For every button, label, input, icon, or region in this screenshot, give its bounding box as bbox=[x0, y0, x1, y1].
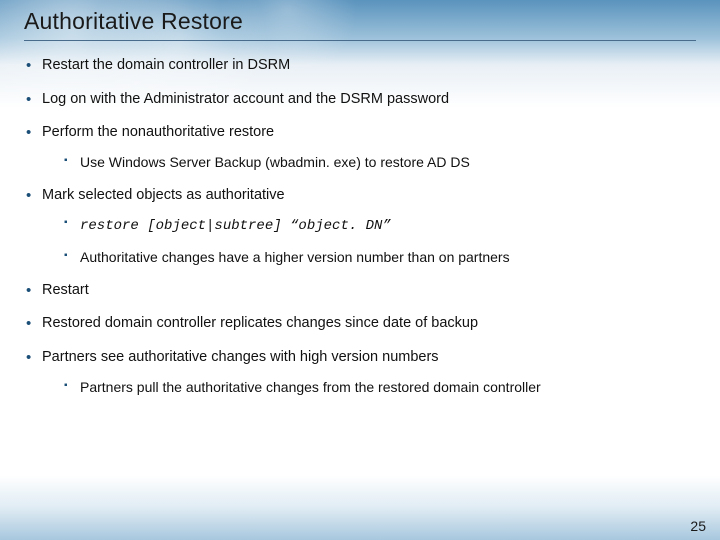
bullet-item: Partners see authoritative changes with … bbox=[24, 348, 720, 396]
sub-bullet-item: Partners pull the authoritative changes … bbox=[64, 378, 720, 397]
bullet-item: Log on with the Administrator account an… bbox=[24, 90, 720, 110]
bullet-text: Log on with the Administrator account an… bbox=[42, 91, 449, 107]
bullet-text: Restart the domain controller in DSRM bbox=[42, 57, 290, 73]
sub-bullet-text: Use Windows Server Backup (wbadmin. exe)… bbox=[80, 154, 470, 170]
bullet-item: Restored domain controller replicates ch… bbox=[24, 314, 720, 334]
sub-bullet-text: Authoritative changes have a higher vers… bbox=[80, 249, 510, 265]
bullet-text: Partners see authoritative changes with … bbox=[42, 349, 439, 365]
sub-bullet-item: Authoritative changes have a higher vers… bbox=[64, 248, 720, 267]
sub-bullet-text: Partners pull the authoritative changes … bbox=[80, 379, 541, 395]
sub-bullet-list: restore [object|subtree] “object. DN” Au… bbox=[64, 215, 720, 267]
slide-title: Authoritative Restore bbox=[24, 8, 243, 35]
sub-bullet-list: Partners pull the authoritative changes … bbox=[64, 378, 720, 397]
sub-bullet-list: Use Windows Server Backup (wbadmin. exe)… bbox=[64, 153, 720, 172]
bullet-text: Restored domain controller replicates ch… bbox=[42, 315, 478, 331]
page-number: 25 bbox=[690, 518, 706, 534]
sub-bullet-item: Use Windows Server Backup (wbadmin. exe)… bbox=[64, 153, 720, 172]
title-underline bbox=[24, 40, 696, 41]
bullet-text: Perform the nonauthoritative restore bbox=[42, 124, 274, 140]
bullet-item: Perform the nonauthoritative restore Use… bbox=[24, 123, 720, 171]
slide: Authoritative Restore Restart the domain… bbox=[0, 0, 720, 540]
bullet-text: Restart bbox=[42, 282, 89, 298]
bullet-item: Mark selected objects as authoritative r… bbox=[24, 186, 720, 267]
sub-bullet-code: restore [object|subtree] “object. DN” bbox=[80, 218, 391, 234]
slide-content: Restart the domain controller in DSRM Lo… bbox=[24, 56, 720, 411]
bullet-item: Restart the domain controller in DSRM bbox=[24, 56, 720, 76]
sub-bullet-item: restore [object|subtree] “object. DN” bbox=[64, 215, 720, 236]
bullet-list: Restart the domain controller in DSRM Lo… bbox=[24, 56, 720, 397]
bullet-item: Restart bbox=[24, 281, 720, 301]
bullet-text: Mark selected objects as authoritative bbox=[42, 187, 285, 203]
